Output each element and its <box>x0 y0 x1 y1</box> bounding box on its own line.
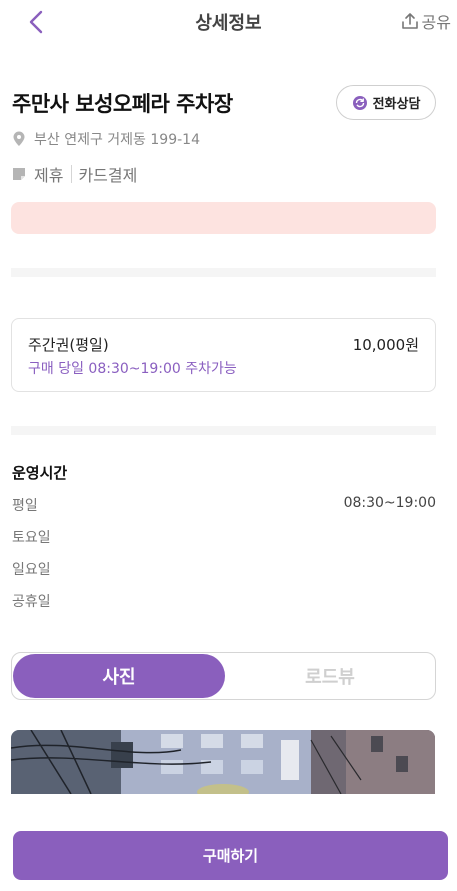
top-app-bar: 상세정보 공유 <box>0 0 457 44</box>
parking-lot-name: 주만사 보성오페라 주차장 <box>12 92 233 116</box>
hours-day: 일요일 <box>12 562 51 578</box>
operating-hours-title: 운영시간 <box>12 464 68 482</box>
building-photo-image <box>11 730 435 794</box>
page-title: 상세정보 <box>195 13 262 34</box>
address-row: 부산 연제구 거제동 199-14 <box>12 129 200 149</box>
tag-separator <box>71 165 73 183</box>
share-label: 공유 <box>421 13 451 32</box>
ticket-price: 10,000원 <box>352 336 419 354</box>
parking-lot-photo[interactable] <box>11 730 435 794</box>
note-icon <box>13 168 25 180</box>
location-pin-icon <box>13 131 25 146</box>
hours-row-sunday: 일요일 <box>12 559 436 579</box>
tag-partner: 제휴 <box>34 166 64 185</box>
notice-banner <box>11 202 436 234</box>
media-toggle: 사진 로드뷰 <box>11 652 436 700</box>
ticket-name: 주간권(평일) <box>28 336 109 354</box>
section-divider <box>11 426 436 435</box>
section-divider <box>11 268 436 277</box>
hours-time: 08:30~19:00 <box>343 495 436 511</box>
hours-row-weekday: 평일 08:30~19:00 <box>12 495 436 515</box>
ticket-description: 구매 당일 08:30~19:00 주차가능 <box>28 361 237 377</box>
phone-consult-button[interactable]: 전화상담 <box>336 85 436 120</box>
hours-row-saturday: 토요일 <box>12 527 436 547</box>
tab-roadview[interactable]: 로드뷰 <box>224 654 436 698</box>
phone-refresh-icon <box>352 95 367 110</box>
hours-day: 공휴일 <box>12 594 51 610</box>
parking-ticket-card[interactable]: 주간권(평일) 10,000원 구매 당일 08:30~19:00 주차가능 <box>11 318 436 392</box>
share-button[interactable]: 공유 <box>401 9 451 33</box>
hours-row-holiday: 공휴일 <box>12 591 436 611</box>
share-upload-icon <box>401 13 418 29</box>
hours-day: 평일 <box>12 498 38 514</box>
hours-day: 토요일 <box>12 530 51 546</box>
purchase-button[interactable]: 구매하기 <box>13 831 448 880</box>
tab-photo[interactable]: 사진 <box>13 654 225 698</box>
tag-card-payment: 카드결제 <box>78 166 138 185</box>
address-text: 부산 연제구 거제동 199-14 <box>34 132 200 148</box>
phone-consult-label: 전화상담 <box>372 97 421 112</box>
feature-tags: 제휴 카드결제 <box>12 162 137 186</box>
